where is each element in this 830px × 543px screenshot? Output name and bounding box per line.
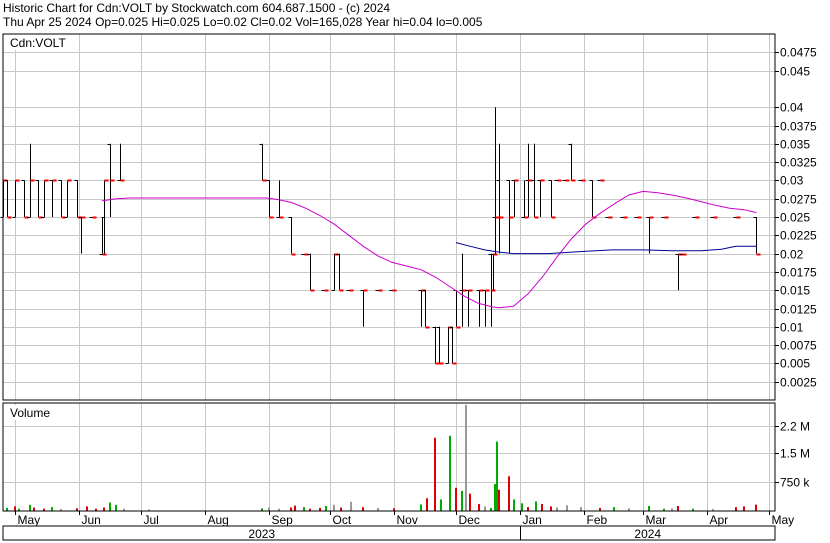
year-label: 2024 <box>634 527 661 541</box>
ohlc-bar <box>733 216 741 219</box>
volume-bar <box>521 503 523 511</box>
volume-bar <box>743 506 745 511</box>
volume-tick-label: 750 k <box>780 476 810 490</box>
volume-bar <box>469 493 471 511</box>
volume-bar <box>51 507 53 511</box>
price-tick-label: 0.0225 <box>780 229 817 243</box>
ohlc-bar <box>620 216 628 219</box>
volume-bar <box>735 507 737 511</box>
volume-panel-label: Volume <box>10 406 50 420</box>
volume-bar <box>420 504 422 511</box>
price-tick-label: 0.01 <box>780 321 804 335</box>
volume-bar <box>14 506 16 511</box>
month-tick-label: May <box>18 513 41 527</box>
volume-bar <box>550 506 552 511</box>
volume-bar <box>484 506 486 511</box>
volume-axis: 750 k 1.5 M 2.2 M <box>775 420 810 490</box>
volume-bar <box>496 441 498 511</box>
chart-background <box>0 0 830 543</box>
month-tick-label: Nov <box>397 513 418 527</box>
month-tick-label: Aug <box>208 513 229 527</box>
volume-bar <box>294 505 296 511</box>
volume-bar <box>498 489 500 511</box>
price-tick-label: 0.005 <box>780 357 810 371</box>
month-tick-label: May <box>772 513 795 527</box>
volume-bar <box>541 504 543 511</box>
volume-bar <box>465 404 467 511</box>
volume-bar <box>33 507 35 511</box>
volume-bar <box>449 435 451 511</box>
price-tick-label: 0.015 <box>780 284 810 298</box>
volume-bar <box>478 504 480 511</box>
ohlc-bar <box>634 216 642 219</box>
price-tick-label: 0.0475 <box>780 46 817 60</box>
volume-bar <box>494 484 496 511</box>
ohlc-bar <box>692 216 700 219</box>
price-tick-label: 0.0175 <box>780 266 817 280</box>
month-tick-label: Mar <box>646 513 667 527</box>
volume-bar <box>268 507 270 511</box>
stock-chart: Historic Chart for Cdn:VOLT by Stockwatc… <box>0 0 830 543</box>
volume-bar <box>103 507 105 511</box>
month-tick-label: Sep <box>272 513 294 527</box>
volume-bar <box>461 490 463 511</box>
price-tick-label: 0.0025 <box>780 376 817 390</box>
price-tick-label: 0.025 <box>780 211 810 225</box>
volume-bar <box>303 507 305 511</box>
month-tick-label: Apr <box>710 513 729 527</box>
price-tick-label: 0.03 <box>780 174 804 188</box>
volume-bar <box>115 504 117 511</box>
volume-bar <box>362 507 364 511</box>
volume-bar <box>290 507 292 511</box>
volume-bar <box>434 437 436 511</box>
month-tick-label: Jul <box>144 513 159 527</box>
volume-bar <box>527 507 529 511</box>
volume-bar <box>440 499 442 511</box>
volume-bar <box>613 507 615 511</box>
price-tick-label: 0.0075 <box>780 339 817 353</box>
price-tick-label: 0.04 <box>780 101 804 115</box>
volume-bar <box>755 504 757 511</box>
price-tick-label: 0.0325 <box>780 156 817 170</box>
volume-bar <box>648 505 650 511</box>
volume-bar <box>29 504 31 511</box>
ohlc-bar <box>710 216 718 219</box>
volume-bar <box>455 487 457 511</box>
volume-bar <box>677 505 679 511</box>
price-tick-label: 0.035 <box>780 138 810 152</box>
volume-tick-label: 1.5 M <box>780 447 810 461</box>
volume-tick-label: 2.2 M <box>780 420 810 434</box>
price-panel-label: Cdn:VOLT <box>10 36 66 50</box>
volume-bar <box>109 502 111 511</box>
ohlc-bar <box>89 216 97 219</box>
price-tick-label: 0.0375 <box>780 120 817 134</box>
volume-bar <box>535 501 537 511</box>
ohlc-bar <box>605 216 613 219</box>
price-tick-label: 0.0125 <box>780 303 817 317</box>
price-tick-label: 0.0275 <box>780 193 817 207</box>
ohlc-bar <box>661 216 669 219</box>
volume-bar <box>350 501 352 511</box>
month-tick-label: Dec <box>459 513 480 527</box>
volume-bar <box>333 504 335 511</box>
volume-bar <box>566 505 568 511</box>
volume-bar <box>340 507 342 511</box>
header-line-1: Historic Chart for Cdn:VOLT by Stockwatc… <box>3 1 390 15</box>
volume-bar <box>86 506 88 511</box>
year-label: 2023 <box>248 527 275 541</box>
price-tick-label: 0.02 <box>780 248 804 262</box>
volume-bar <box>325 505 327 511</box>
price-tick-label: 0.045 <box>780 65 810 79</box>
month-tick-label: Jan <box>523 513 542 527</box>
month-tick-label: Feb <box>587 513 608 527</box>
volume-bar <box>580 507 582 511</box>
volume-bar <box>556 507 558 511</box>
month-tick-label: Jun <box>82 513 101 527</box>
volume-bar <box>508 476 510 511</box>
volume-bar <box>426 498 428 511</box>
volume-bar <box>513 499 515 511</box>
month-tick-label: Oct <box>333 513 352 527</box>
header-line-2: Thu Apr 25 2024 Op=0.025 Hi=0.025 Lo=0.0… <box>3 15 483 29</box>
